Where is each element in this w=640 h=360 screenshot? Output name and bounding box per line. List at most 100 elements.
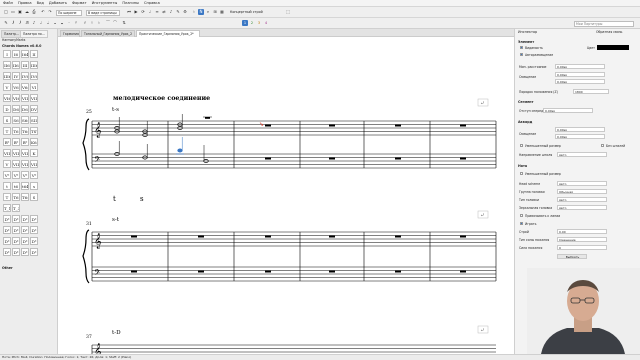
tuning-field[interactable]: 0.00	[557, 229, 607, 234]
palette-cell[interactable]: VI64	[12, 94, 20, 102]
palette-cell[interactable]: S	[30, 193, 38, 201]
sharp-icon[interactable]: ♯	[82, 20, 88, 26]
system-break-icon-2[interactable]: ↵	[477, 210, 489, 219]
score-canvas[interactable]: мелодическое соединение 25 t-s 𝄞 𝄢 ➘ t s…	[58, 37, 514, 354]
velocity-field[interactable]: 0	[557, 245, 607, 250]
palette-cell[interactable]: VII	[21, 94, 29, 102]
loop-icon[interactable]: ⟳	[140, 9, 146, 15]
palette-cell[interactable]: S	[3, 116, 11, 124]
palette-cell[interactable]: IV64	[30, 72, 38, 80]
metronome-icon[interactable]: ♩	[147, 9, 153, 15]
palette-cell[interactable]: T_3	[12, 204, 20, 212]
head-type-select[interactable]: Авто	[557, 197, 607, 202]
quarter-note-icon[interactable]: ♩	[38, 20, 44, 26]
system-break-icon[interactable]: ↵	[477, 98, 489, 107]
palette-cell[interactable]: V	[3, 83, 11, 91]
cloud-icon[interactable]: ☁	[24, 9, 30, 15]
visible-checkbox[interactable]	[520, 46, 523, 49]
palette-cell[interactable]: IV	[12, 72, 20, 80]
palette-cell[interactable]: T_1	[3, 204, 11, 212]
mirror-head-select[interactable]: Авто	[557, 205, 607, 210]
menu-item[interactable]: Файл	[3, 1, 13, 5]
redo-icon[interactable]: ↷	[47, 9, 53, 15]
palette-cell[interactable]: I64	[21, 50, 29, 58]
new-file-icon[interactable]: □	[3, 9, 9, 15]
palette-cell[interactable]: t6	[12, 182, 20, 190]
palette-cell[interactable]: VI6	[3, 94, 11, 102]
palette-cell[interactable]: SII	[30, 116, 38, 124]
voice-1-button[interactable]: 1	[242, 20, 248, 26]
leading-space-field[interactable]: 0.00sp	[543, 108, 593, 113]
thirty-second-note-icon[interactable]: 𝅘𝅥𝅱	[17, 20, 23, 26]
palette-cell[interactable]: VII6	[12, 149, 20, 157]
palette-cell[interactable]: Dᵇ	[3, 237, 11, 245]
palette-cell[interactable]: K64	[30, 138, 38, 146]
palette-cell[interactable]: Dᵇ	[30, 226, 38, 234]
whole-note-icon[interactable]: 𝅝	[52, 20, 58, 26]
grid-icon[interactable]: ▦	[219, 9, 225, 15]
palette-cell[interactable]: S6	[12, 116, 20, 124]
palette-cell[interactable]: III64	[3, 72, 11, 80]
system-break-icon-3[interactable]: ↵	[477, 325, 489, 334]
note-input-icon[interactable]: N	[198, 9, 204, 15]
eighth-note-icon[interactable]: ♪	[31, 20, 37, 26]
palette-cell[interactable]: V6	[12, 83, 20, 91]
palette-cell[interactable]: D64	[21, 105, 29, 113]
half-note-icon[interactable]: 𝅗𝅥	[45, 20, 51, 26]
play-checkbox[interactable]	[520, 222, 523, 225]
palette-cell[interactable]: T64	[21, 127, 29, 135]
zoom-select[interactable]: По ширине	[56, 9, 82, 16]
palette-cell[interactable]: DVI	[30, 105, 38, 113]
menu-item[interactable]: Правка	[18, 1, 32, 5]
print-icon[interactable]: ⎙	[31, 9, 37, 15]
palette-cell[interactable]: t64	[21, 182, 29, 190]
segment-section-header[interactable]: Сегмент	[518, 100, 534, 104]
palette-cell[interactable]: K	[30, 149, 38, 157]
palette-cell[interactable]: Dᵇ	[30, 248, 38, 256]
palette-cell[interactable]: D6	[12, 105, 20, 113]
palette-cell[interactable]: Dᵇ	[3, 248, 11, 256]
dot-icon[interactable]: ·	[66, 20, 72, 26]
rewind-icon[interactable]: ⏮	[126, 9, 132, 15]
no-stem-checkbox[interactable]	[601, 144, 604, 147]
palette-cell[interactable]: II	[30, 50, 38, 58]
palette-cell[interactable]: Vᵇ	[30, 171, 38, 179]
element-section-header[interactable]: Элемент	[518, 40, 534, 44]
undo-icon[interactable]: ↶	[40, 9, 46, 15]
voice-4-button[interactable]: 4	[263, 20, 269, 26]
rehearsal-icon[interactable]: ✎	[175, 9, 181, 15]
search-input[interactable]: Мои Партитуры	[574, 20, 634, 27]
select-button[interactable]: Выбрать	[557, 254, 587, 259]
page-settings-icon[interactable]: ⚙	[182, 9, 188, 15]
note-input-mode-icon[interactable]: ✎	[3, 20, 9, 26]
natural-icon[interactable]: ♮	[89, 20, 95, 26]
menu-item[interactable]: Плагины	[122, 1, 139, 5]
tab-palette-search[interactable]: Палитра по...	[20, 30, 48, 38]
palette-cell[interactable]: V	[3, 160, 11, 168]
small-note-checkbox[interactable]	[520, 172, 523, 175]
palette-cell[interactable]: VII6	[21, 160, 29, 168]
menu-item[interactable]: Инструменты	[92, 1, 118, 5]
palette-cell[interactable]: Vᵇ	[12, 171, 20, 179]
rest-icon[interactable]: 𝄽	[73, 20, 79, 26]
palette-cell[interactable]: Dᵇ	[30, 215, 38, 223]
stem-direction-select[interactable]: Авто	[557, 152, 607, 157]
palette-cell[interactable]: Dᵇ	[21, 237, 29, 245]
palette-cell[interactable]: Dᵇ	[12, 237, 20, 245]
palette-cell[interactable]: Dᵇ	[3, 226, 11, 234]
palette-cell[interactable]: Dᵇ	[3, 215, 11, 223]
palette-cell[interactable]: II6	[3, 61, 11, 69]
palette-cell[interactable]: s	[30, 182, 38, 190]
palette-cell[interactable]: Bᵇ	[21, 138, 29, 146]
chord-offset-y-field[interactable]: 0.00sp	[555, 134, 605, 139]
fix-to-line-checkbox[interactable]	[520, 214, 523, 217]
palette-cell[interactable]: Dᵇ	[12, 226, 20, 234]
min-distance-field[interactable]: 0.00sp	[555, 64, 605, 69]
sixteenth-note-icon[interactable]: ♬	[24, 20, 30, 26]
chord-section-header[interactable]: Аккорд	[518, 120, 532, 124]
palette-cell[interactable]: S64	[21, 116, 29, 124]
palette-cell[interactable]: Vᵇ	[21, 171, 29, 179]
concert-pitch-icon[interactable]: ♭	[191, 9, 197, 15]
palette-cell[interactable]: T	[3, 127, 11, 135]
tab-score-harmony[interactable]: Гармония	[60, 30, 80, 37]
